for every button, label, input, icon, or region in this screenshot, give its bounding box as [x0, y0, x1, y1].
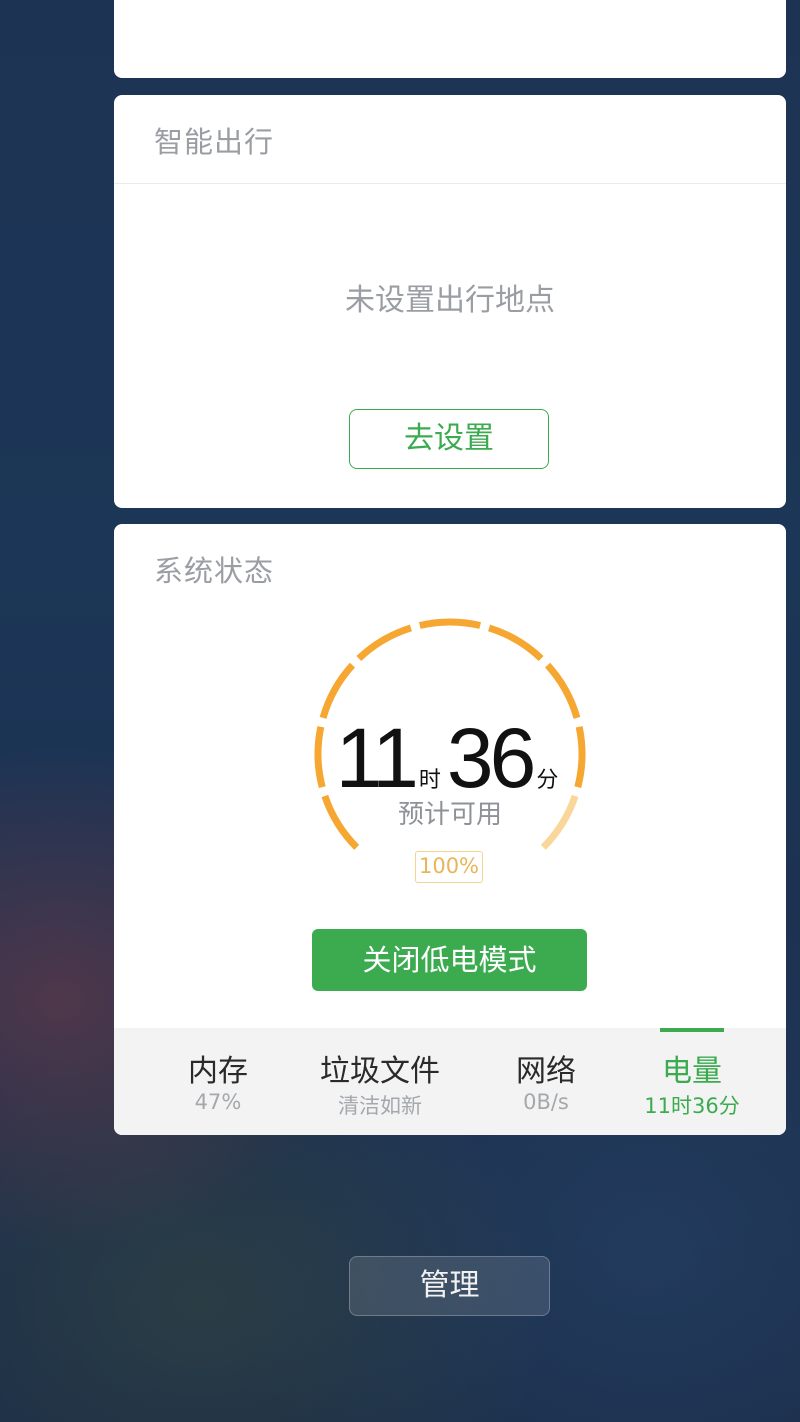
manage-button[interactable]: 管理 [349, 1256, 550, 1316]
gauge-segment [487, 624, 544, 662]
tab-label: 垃圾文件 [320, 1054, 440, 1089]
hours-value: 11 [335, 711, 419, 805]
tab-value: 11时36分 [644, 1094, 740, 1118]
tab-junk-files[interactable]: 垃圾文件 清洁如新 [310, 1028, 450, 1135]
hours-unit: 时 [418, 768, 441, 793]
minutes-value: 36 [446, 711, 536, 805]
tab-label: 网络 [516, 1054, 576, 1089]
minutes-unit: 分 [536, 768, 559, 793]
tab-value: 47% [194, 1090, 242, 1114]
tab-battery[interactable]: 电量 11时36分 [620, 1028, 764, 1135]
active-tab-indicator [660, 1028, 724, 1032]
estimated-available-label: 预计可用 [397, 800, 502, 830]
no-location-message: 未设置出行地点 [345, 283, 555, 318]
battery-time-remaining: 11 时36 分 [114, 710, 786, 807]
tab-label: 电量 [662, 1054, 722, 1089]
battery-percent-badge: 100% [415, 851, 483, 883]
go-setup-button[interactable]: 去设置 [349, 409, 549, 469]
gauge-segment [356, 624, 413, 662]
tab-value: 清洁如新 [338, 1094, 422, 1118]
system-status-card: 系统状态 11 时36 分 预计可用 100% 关闭低电模式 内存 47% 垃圾文件… [114, 524, 786, 1135]
tab-value: 0B/s [523, 1090, 569, 1114]
exit-low-power-mode-button[interactable]: 关闭低电模式 [312, 929, 587, 991]
top-card-partial [114, 0, 786, 78]
tab-network[interactable]: 网络 0B/s [486, 1028, 606, 1135]
system-status-tabs: 内存 47% 垃圾文件 清洁如新 网络 0B/s 电量 11时36分 [114, 1028, 786, 1135]
system-status-title: 系统状态 [154, 554, 275, 588]
tab-memory[interactable]: 内存 47% [158, 1028, 278, 1135]
smart-travel-card: 智能出行 未设置出行地点 去设置 [114, 95, 786, 508]
smart-travel-title: 智能出行 [154, 125, 275, 159]
tab-label: 内存 [188, 1054, 248, 1089]
gauge-segment [419, 618, 481, 629]
card-divider [114, 183, 786, 184]
